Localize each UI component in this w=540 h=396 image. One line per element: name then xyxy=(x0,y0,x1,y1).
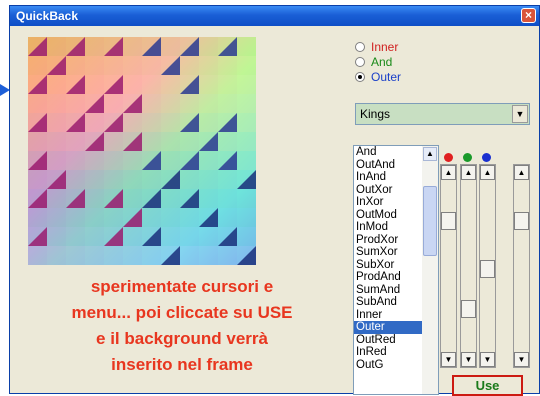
caption-line: e il background verrà xyxy=(96,329,268,348)
operation-list-item[interactable]: OutG xyxy=(354,359,424,372)
operation-list-item[interactable]: Inner xyxy=(354,309,424,322)
radio-and[interactable]: And xyxy=(355,55,401,70)
operation-list-item[interactable]: And xyxy=(354,146,424,159)
operation-list-item[interactable]: InMod xyxy=(354,221,424,234)
listbox-scrollbar[interactable]: ▲ xyxy=(422,146,438,394)
blue-channel-dot xyxy=(482,153,491,162)
use-button[interactable]: Use xyxy=(452,375,523,396)
scroll-down-icon[interactable]: ▼ xyxy=(461,352,476,367)
operation-list-item[interactable]: SubXor xyxy=(354,259,424,272)
caption-line: menu... poi cliccate su USE xyxy=(71,303,293,322)
green-channel-dot xyxy=(463,153,472,162)
scroll-up-icon[interactable]: ▲ xyxy=(441,165,456,180)
instructions-caption: sperimentate cursori e menu... poi clicc… xyxy=(30,274,334,378)
radio-label: And xyxy=(371,55,393,69)
operation-listbox[interactable]: And OutAnd InAnd OutXor InXor OutMod InMod Prod… xyxy=(353,145,439,395)
extra-slider-thumb[interactable] xyxy=(514,212,529,230)
scroll-down-icon[interactable]: ▼ xyxy=(514,352,529,367)
scroll-up-icon[interactable]: ▲ xyxy=(461,165,476,180)
pattern-select[interactable]: Kings ▼ xyxy=(355,103,530,125)
pattern-select-value: Kings xyxy=(360,107,391,121)
scroll-up-icon[interactable]: ▲ xyxy=(480,165,495,180)
radio-label: Inner xyxy=(371,40,399,54)
window-title: QuickBack xyxy=(16,9,79,23)
operation-list-item[interactable]: ProdAnd xyxy=(354,271,424,284)
operation-list-item[interactable]: InXor xyxy=(354,196,424,209)
listbox-scroll-thumb[interactable] xyxy=(423,186,437,256)
radio-outer[interactable]: Outer xyxy=(355,70,401,85)
caption-line: inserito nel frame xyxy=(111,355,253,374)
scroll-up-icon[interactable]: ▲ xyxy=(514,165,529,180)
radio-label: Outer xyxy=(371,70,402,84)
operation-list-item[interactable]: InRed xyxy=(354,346,424,359)
green-slider[interactable]: ▲ ▼ xyxy=(460,164,477,368)
radio-circle-icon xyxy=(355,57,365,67)
operation-list-item[interactable]: OutAnd xyxy=(354,159,424,172)
operation-list-item[interactable]: Outer xyxy=(354,321,424,334)
mode-radio-group: Inner And Outer xyxy=(355,40,401,85)
blue-slider[interactable]: ▲ ▼ xyxy=(479,164,496,368)
caption-line: sperimentate cursori e xyxy=(90,277,274,296)
close-icon: × xyxy=(524,8,532,22)
background-preview xyxy=(28,37,256,265)
operation-list-item[interactable]: SumAnd xyxy=(354,284,424,297)
operation-list-item[interactable]: ProdXor xyxy=(354,234,424,247)
operation-list: And OutAnd InAnd OutXor InXor OutMod InMod Prod… xyxy=(354,146,424,371)
red-slider[interactable]: ▲ ▼ xyxy=(440,164,457,368)
close-button[interactable]: × xyxy=(521,8,536,23)
scroll-up-icon[interactable]: ▲ xyxy=(423,147,437,161)
red-slider-thumb[interactable] xyxy=(441,212,456,230)
operation-list-item[interactable]: OutXor xyxy=(354,184,424,197)
operation-list-item[interactable]: OutMod xyxy=(354,209,424,222)
blue-slider-thumb[interactable] xyxy=(480,260,495,278)
radio-circle-icon xyxy=(355,72,365,82)
radio-inner[interactable]: Inner xyxy=(355,40,401,55)
operation-list-item[interactable]: OutRed xyxy=(354,334,424,347)
radio-circle-icon xyxy=(355,42,365,52)
extra-slider[interactable]: ▲ ▼ xyxy=(513,164,530,368)
chevron-down-icon[interactable]: ▼ xyxy=(512,105,528,123)
quickback-window: QuickBack × sperimentate cursori e menu.… xyxy=(9,5,540,396)
green-slider-thumb[interactable] xyxy=(461,300,476,318)
fractal-preview-image xyxy=(28,37,256,265)
operation-list-item[interactable]: SumXor xyxy=(354,246,424,259)
operation-list-item[interactable]: InAnd xyxy=(354,171,424,184)
red-channel-dot xyxy=(444,153,453,162)
scroll-down-icon[interactable]: ▼ xyxy=(480,352,495,367)
operation-list-item[interactable]: SubAnd xyxy=(354,296,424,309)
title-bar: QuickBack × xyxy=(10,6,539,26)
scroll-down-icon[interactable]: ▼ xyxy=(441,352,456,367)
